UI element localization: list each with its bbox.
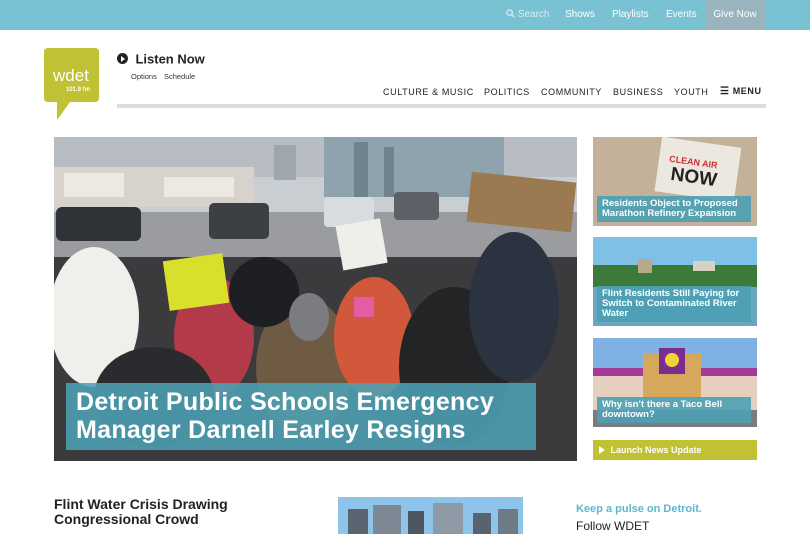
search-link[interactable]: Search — [506, 0, 549, 30]
menu-label: MENU — [732, 86, 762, 96]
logo-frequency: 101.9 fm — [66, 87, 90, 93]
side-story-taco-bell[interactable]: Why isn’t there a Taco Bell downtown? — [593, 338, 757, 427]
nav-divider — [117, 104, 766, 108]
launch-label: Launch News Update — [610, 445, 702, 455]
logo-wordmark: wdet — [52, 66, 89, 85]
story-title[interactable]: Flint Water Crisis Drawing Congressional… — [54, 497, 284, 527]
launch-news-update-button[interactable]: Launch News Update — [593, 440, 757, 460]
hero-story[interactable]: Detroit Public Schools Emergency Manager… — [54, 137, 577, 461]
story-thumbnail[interactable] — [338, 497, 523, 534]
hamburger-icon: ☰ — [720, 86, 730, 97]
search-icon — [506, 9, 515, 18]
menu-button[interactable]: ☰ MENU — [720, 86, 762, 97]
hero-headline[interactable]: Detroit Public Schools Emergency Manager… — [66, 383, 536, 450]
side-story-title: Residents Object to Proposed Marathon Re… — [597, 196, 751, 222]
follow-heading: Follow WDET — [576, 519, 650, 533]
nav-business[interactable]: BUSINESS — [613, 87, 663, 97]
playlists-link[interactable]: Playlists — [612, 0, 649, 30]
top-bar: Search Shows Playlists Events Give Now — [0, 0, 810, 30]
schedule-link[interactable]: Schedule — [164, 72, 195, 81]
side-story-title: Flint Residents Still Paying for Switch … — [597, 286, 751, 322]
nav-politics[interactable]: POLITICS — [484, 87, 530, 97]
play-icon — [599, 446, 605, 454]
listen-now-button[interactable]: Listen Now — [117, 50, 205, 68]
options-link[interactable]: Options — [131, 72, 157, 81]
wdet-logo[interactable]: wdet 101.9 fm — [44, 48, 99, 120]
shows-link[interactable]: Shows — [565, 0, 595, 30]
search-label: Search — [517, 9, 550, 20]
nav-culture-music[interactable]: CULTURE & MUSIC — [383, 87, 474, 97]
give-now-button[interactable]: Give Now — [705, 0, 765, 30]
nav-youth[interactable]: YOUTH — [674, 87, 709, 97]
nav-community[interactable]: COMMUNITY — [541, 87, 602, 97]
events-link[interactable]: Events — [666, 0, 697, 30]
listen-now: Listen Now Options Schedule — [117, 50, 205, 81]
pulse-heading: Keep a pulse on Detroit. — [576, 503, 702, 515]
side-story-title: Why isn’t there a Taco Bell downtown? — [597, 397, 751, 423]
listen-now-label: Listen Now — [135, 51, 205, 67]
story-thumbnail-photo — [338, 497, 523, 534]
side-story-refinery[interactable]: CLEAN AIR NOW Residents Object to Propos… — [593, 137, 757, 226]
play-icon — [117, 53, 128, 65]
side-story-flint[interactable]: Flint Residents Still Paying for Switch … — [593, 237, 757, 326]
